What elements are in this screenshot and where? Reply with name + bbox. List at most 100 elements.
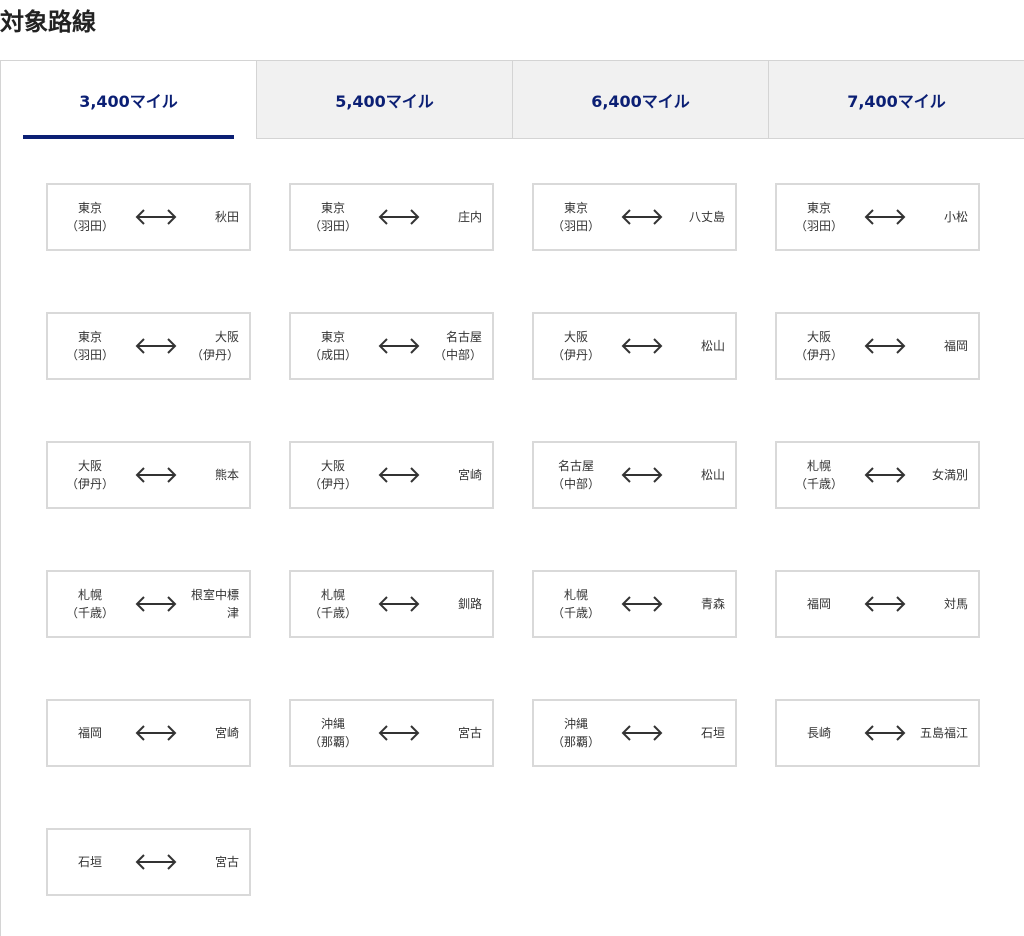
route-destination-line: 福岡 xyxy=(943,339,968,353)
route-origin: 大阪 （伊丹） xyxy=(783,328,855,364)
route-origin: 長崎 xyxy=(783,724,855,742)
double-arrow-icon xyxy=(135,467,177,483)
tab-3400-miles[interactable]: 3,400マイル xyxy=(1,61,256,139)
double-arrow-icon xyxy=(378,725,420,741)
route-card: 東京 （羽田） 大阪 （伊丹） xyxy=(46,312,251,380)
route-origin-line: 東京 xyxy=(77,201,102,215)
route-origin-line: 東京 xyxy=(563,201,588,215)
route-origin-line: 札幌 xyxy=(806,459,831,473)
double-arrow-icon xyxy=(378,338,420,354)
route-origin-line: 大阪 xyxy=(320,459,345,473)
route-card: 札幌 （千歳） 釧路 xyxy=(289,570,494,638)
double-arrow-icon xyxy=(135,338,177,354)
route-destination: 福岡 xyxy=(911,337,972,355)
route-origin-line: 沖縄 xyxy=(563,717,588,731)
route-card: 沖縄 （那覇） 石垣 xyxy=(532,699,737,767)
route-card: 福岡 対馬 xyxy=(775,570,980,638)
route-destination-line: 対馬 xyxy=(943,597,968,611)
route-destination: 秋田 xyxy=(182,208,243,226)
route-origin: 東京 （羽田） xyxy=(54,199,126,235)
route-destination-line: 津 xyxy=(226,606,239,620)
route-origin: 札幌 （千歳） xyxy=(540,586,612,622)
route-origin-line: 札幌 xyxy=(320,588,345,602)
double-arrow-icon xyxy=(864,209,906,225)
route-origin-line: 札幌 xyxy=(563,588,588,602)
route-destination-line: 名古屋 xyxy=(445,330,482,344)
route-origin-line: （千歳） xyxy=(65,606,114,620)
route-destination: 八丈島 xyxy=(668,208,729,226)
route-origin: 東京 （羽田） xyxy=(540,199,612,235)
tab-5400-miles[interactable]: 5,400マイル xyxy=(256,61,512,139)
route-origin-line: （伊丹） xyxy=(65,477,114,491)
route-destination: 松山 xyxy=(668,337,729,355)
double-arrow-icon xyxy=(378,209,420,225)
route-origin-line: （那覇） xyxy=(551,735,600,749)
tab-bar: 3,400マイル 5,400マイル 6,400マイル 7,400マイル xyxy=(1,61,1024,139)
route-origin-line: 大阪 xyxy=(77,459,102,473)
route-card: 石垣 宮古 xyxy=(46,828,251,896)
route-destination: 五島福江 xyxy=(911,724,972,742)
route-destination-line: 松山 xyxy=(700,468,725,482)
route-origin-line: （羽田） xyxy=(308,219,357,233)
double-arrow-icon xyxy=(621,725,663,741)
route-origin-line: 名古屋 xyxy=(557,459,594,473)
tabs-panel: 3,400マイル 5,400マイル 6,400マイル 7,400マイル 東京 （羽… xyxy=(0,60,1024,936)
route-origin-line: 東京 xyxy=(77,330,102,344)
route-destination: 青森 xyxy=(668,595,729,613)
route-card: 札幌 （千歳） 根室中標津 xyxy=(46,570,251,638)
tab-6400-miles[interactable]: 6,400マイル xyxy=(512,61,768,139)
route-origin-line: 長崎 xyxy=(806,726,831,740)
route-card: 東京 （羽田） 庄内 xyxy=(289,183,494,251)
route-card: 大阪 （伊丹） 熊本 xyxy=(46,441,251,509)
route-origin: 福岡 xyxy=(54,724,126,742)
route-destination: 宮崎 xyxy=(425,466,486,484)
tab-7400-miles[interactable]: 7,400マイル xyxy=(768,61,1024,139)
route-destination-line: 五島福江 xyxy=(919,726,968,740)
route-origin-line: （羽田） xyxy=(65,348,114,362)
page-title: 対象路線 xyxy=(0,8,96,36)
double-arrow-icon xyxy=(135,209,177,225)
double-arrow-icon xyxy=(621,209,663,225)
route-destination-line: 秋田 xyxy=(214,210,239,224)
route-card: 沖縄 （那覇） 宮古 xyxy=(289,699,494,767)
route-card: 札幌 （千歳） 女満別 xyxy=(775,441,980,509)
route-origin-line: （伊丹） xyxy=(551,348,600,362)
route-origin-line: 東京 xyxy=(320,330,345,344)
route-origin: 東京 （羽田） xyxy=(783,199,855,235)
route-origin: 大阪 （伊丹） xyxy=(54,457,126,493)
route-destination: 石垣 xyxy=(668,724,729,742)
route-origin-line: 東京 xyxy=(320,201,345,215)
route-destination: 対馬 xyxy=(911,595,972,613)
route-card: 東京 （羽田） 小松 xyxy=(775,183,980,251)
route-destination-line: 宮古 xyxy=(214,855,239,869)
route-origin-line: 東京 xyxy=(806,201,831,215)
route-card: 福岡 宮崎 xyxy=(46,699,251,767)
route-origin-line: （羽田） xyxy=(551,219,600,233)
route-destination-line: 根室中標 xyxy=(190,588,239,602)
double-arrow-icon xyxy=(135,596,177,612)
route-origin-line: （那覇） xyxy=(308,735,357,749)
route-card: 東京 （成田） 名古屋 （中部） xyxy=(289,312,494,380)
route-origin: 福岡 xyxy=(783,595,855,613)
route-destination-line: 石垣 xyxy=(700,726,725,740)
route-destination: 小松 xyxy=(911,208,972,226)
route-origin-line: 大阪 xyxy=(563,330,588,344)
route-card: 東京 （羽田） 秋田 xyxy=(46,183,251,251)
route-origin: 大阪 （伊丹） xyxy=(540,328,612,364)
route-destination-line: 宮古 xyxy=(457,726,482,740)
route-origin-line: 石垣 xyxy=(77,855,102,869)
route-origin-line: （中部） xyxy=(551,477,600,491)
double-arrow-icon xyxy=(621,596,663,612)
route-destination: 松山 xyxy=(668,466,729,484)
double-arrow-icon xyxy=(378,596,420,612)
route-origin-line: （羽田） xyxy=(794,219,843,233)
route-destination: 女満別 xyxy=(911,466,972,484)
route-destination-line: 女満別 xyxy=(931,468,968,482)
route-origin-line: （成田） xyxy=(308,348,357,362)
route-destination: 宮古 xyxy=(182,853,243,871)
route-origin: 沖縄 （那覇） xyxy=(297,715,369,751)
tab-label: 5,400マイル xyxy=(335,91,434,111)
route-origin: 東京 （成田） xyxy=(297,328,369,364)
route-card: 名古屋 （中部） 松山 xyxy=(532,441,737,509)
route-origin: 東京 （羽田） xyxy=(54,328,126,364)
